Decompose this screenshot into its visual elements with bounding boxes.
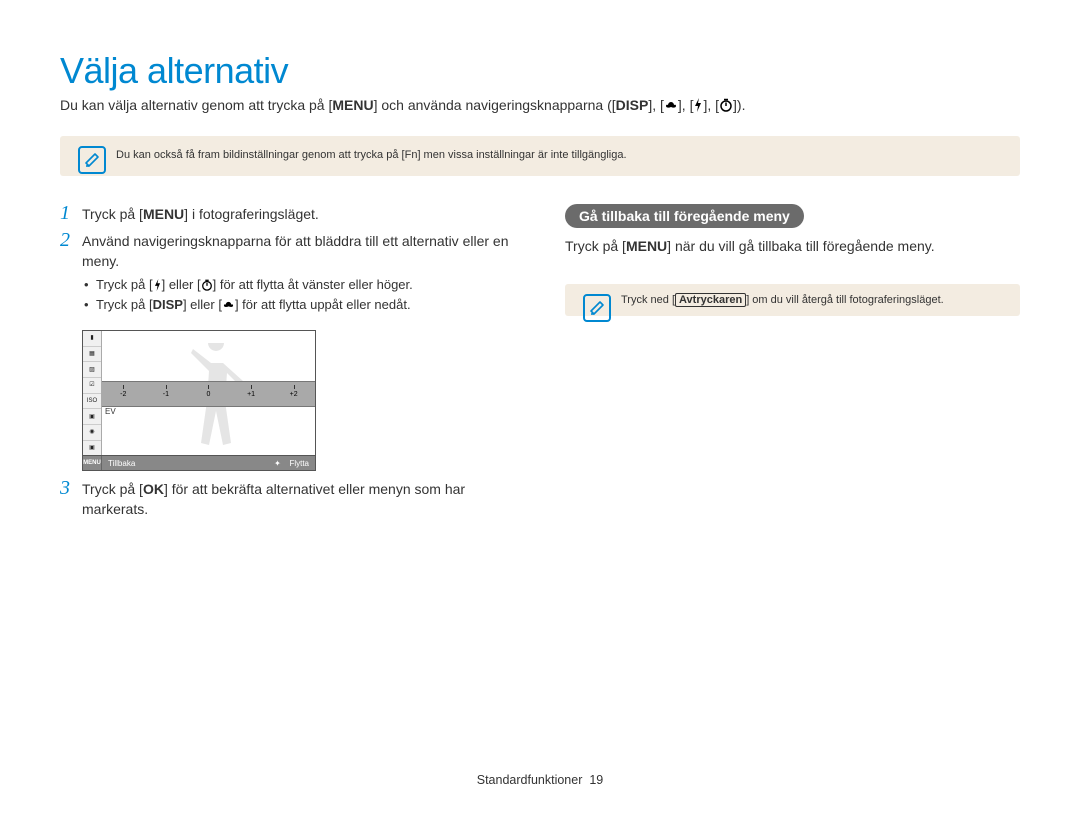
- tick-label: -1: [145, 391, 188, 398]
- dpad-icon: ✦: [271, 457, 283, 469]
- tick-label: +2: [272, 391, 315, 398]
- step-number: 1: [60, 202, 82, 225]
- preview-sidebar: ▮ ▦ ▨ ☑ ISO ▣ ◉ ▣: [83, 331, 102, 455]
- preview-icon: ▨: [83, 362, 101, 378]
- page-title: Välja alternativ: [60, 50, 1020, 92]
- camera-preview: ▮ ▦ ▨ ☑ ISO ▣ ◉ ▣ -2: [82, 330, 316, 471]
- ev-slider: -2 -1 0 +1 +2: [102, 381, 315, 407]
- step-2: 2 Använd navigeringsknapparna för att bl…: [60, 231, 515, 323]
- disp-label-icon: DISP: [616, 97, 649, 113]
- right-body-text: Tryck på [MENU] när du vill gå tillbaka …: [565, 236, 1020, 256]
- note-icon: [583, 294, 611, 322]
- right-note: Tryck ned [Avtryckaren] om du vill återg…: [565, 284, 1020, 316]
- preview-iso-icon: ISO: [83, 394, 101, 410]
- right-column: Gå tillbaka till föregående meny Tryck p…: [565, 204, 1020, 526]
- preview-icon: ◉: [83, 425, 101, 441]
- menu-label-icon: MENU: [626, 238, 667, 254]
- fn-label-icon: Fn: [405, 149, 418, 161]
- footer-move-label: Flytta: [283, 459, 315, 468]
- ev-label: EV: [105, 407, 116, 416]
- preview-icon: ▣: [83, 409, 101, 425]
- shutter-label-icon: Avtryckaren: [675, 293, 746, 307]
- menu-label-icon: MENU: [83, 456, 102, 470]
- disp-label-icon: DISP: [153, 297, 183, 312]
- preview-icon: ▣: [83, 441, 101, 456]
- substep: Tryck på [] eller [] för att flytta åt v…: [96, 275, 515, 295]
- timer-icon: [719, 98, 733, 112]
- note-icon: [78, 146, 106, 174]
- substep: Tryck på [DISP] eller [] för att flytta …: [96, 295, 515, 315]
- flash-icon: [693, 98, 703, 112]
- menu-label-icon: MENU: [143, 206, 184, 222]
- left-column: 1 Tryck på [MENU] i fotograferingsläget.…: [60, 204, 515, 526]
- top-note: Du kan också få fram bildinställningar g…: [60, 136, 1020, 175]
- tick-label: +1: [230, 391, 273, 398]
- step-number: 3: [60, 477, 82, 500]
- flash-icon: [153, 279, 162, 291]
- preview-icon: ▮: [83, 331, 101, 347]
- preview-icon: ☑: [83, 378, 101, 394]
- menu-label-icon: MENU: [332, 97, 373, 113]
- preview-icon: ▦: [83, 347, 101, 363]
- ok-label-icon: OK: [143, 481, 164, 497]
- tick-label: -2: [102, 391, 145, 398]
- page-footer: Standardfunktioner 19: [0, 773, 1080, 787]
- tick-label: 0: [187, 391, 230, 398]
- step-1: 1 Tryck på [MENU] i fotograferingsläget.: [60, 204, 515, 225]
- subheading: Gå tillbaka till föregående meny: [565, 204, 804, 228]
- macro-down-icon: [222, 300, 235, 311]
- intro-text: Du kan välja alternativ genom att trycka…: [60, 96, 1020, 114]
- timer-icon: [201, 279, 213, 291]
- step-number: 2: [60, 229, 82, 252]
- macro-down-icon: [664, 100, 678, 112]
- footer-back-label: Tillbaka: [102, 459, 141, 468]
- step-3: 3 Tryck på [OK] för att bekräfta alterna…: [60, 479, 515, 520]
